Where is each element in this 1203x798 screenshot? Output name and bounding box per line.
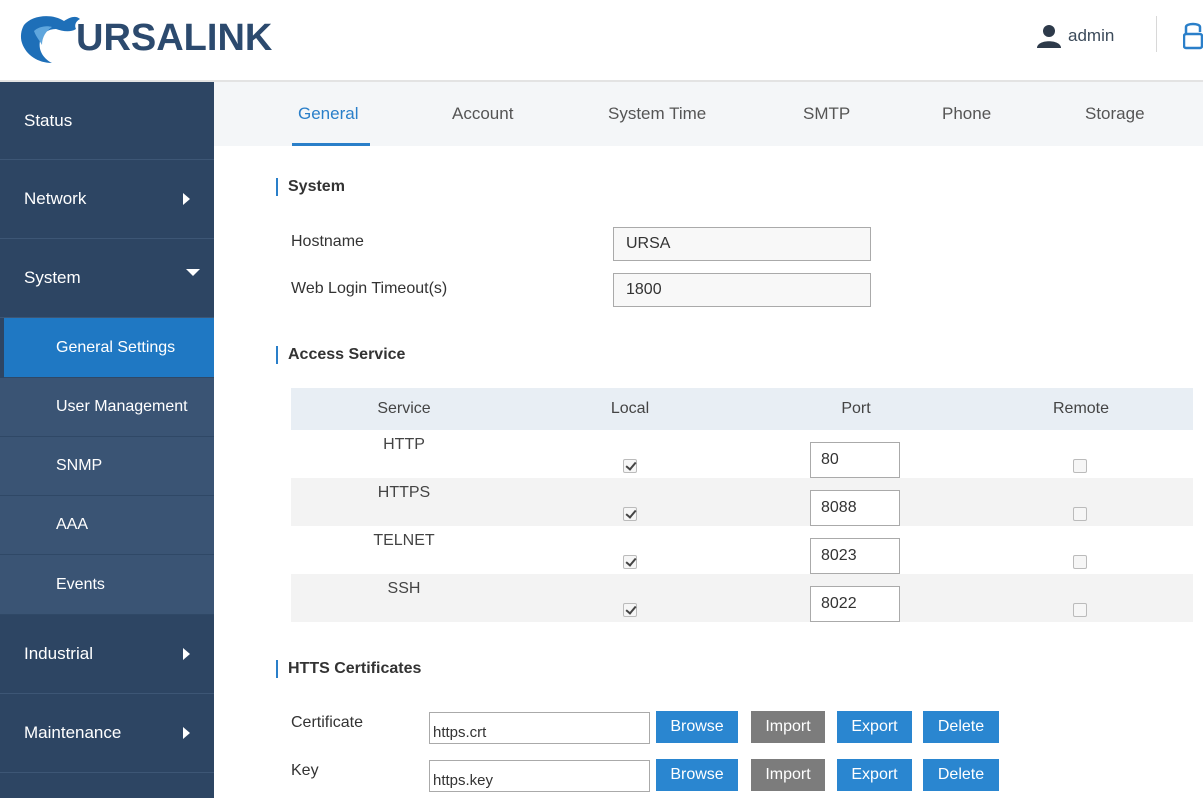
logout-icon[interactable] xyxy=(1183,20,1203,50)
sidebar-item-status[interactable]: Status xyxy=(0,82,214,160)
sidebar-item-label: User Management xyxy=(56,398,188,415)
tab-smtp[interactable]: SMTP xyxy=(803,104,850,124)
port-input[interactable] xyxy=(810,586,900,622)
local-checkbox[interactable] xyxy=(623,555,637,569)
sidebar-item-maintenance[interactable]: Maintenance xyxy=(0,694,214,773)
active-tab-indicator xyxy=(292,143,370,146)
sidebar-item-label: Industrial xyxy=(24,644,93,663)
table-row: HTTPS xyxy=(291,478,1193,526)
web-login-timeout-label: Web Login Timeout(s) xyxy=(291,280,448,297)
sidebar-item-snmp[interactable]: SNMP xyxy=(0,437,214,496)
service-name: SSH xyxy=(387,580,421,597)
sidebar-item-user-management[interactable]: User Management xyxy=(0,378,214,437)
remote-checkbox[interactable] xyxy=(1073,507,1087,521)
section-title-system: System xyxy=(276,178,345,196)
sidebar-item-label: SNMP xyxy=(56,457,103,474)
sidebar-item-label: Network xyxy=(24,189,87,208)
section-title-access-service: Access Service xyxy=(276,346,405,364)
key-import-button[interactable]: Import xyxy=(751,759,825,791)
remote-checkbox[interactable] xyxy=(1073,603,1087,617)
sidebar-item-label: AAA xyxy=(56,516,89,533)
certificate-import-button[interactable]: Import xyxy=(751,711,825,743)
hostname-input[interactable] xyxy=(613,227,871,261)
chevron-right-icon xyxy=(183,193,190,205)
header: URSALINK admin xyxy=(0,0,1203,82)
header-divider xyxy=(1156,16,1157,52)
sidebar-item-label: Maintenance xyxy=(24,723,122,742)
port-input[interactable] xyxy=(810,442,900,478)
section-title-certificates: HTTS Certificates xyxy=(276,660,421,678)
tab-account[interactable]: Account xyxy=(452,104,513,124)
table-row: HTTP xyxy=(291,430,1193,478)
local-checkbox[interactable] xyxy=(623,507,637,521)
key-label: Key xyxy=(291,762,319,779)
table-row: TELNET xyxy=(291,526,1193,574)
chevron-down-icon xyxy=(186,269,200,276)
bear-logo-icon xyxy=(20,16,81,63)
certificate-browse-button[interactable]: Browse xyxy=(656,711,738,743)
column-header-local: Local xyxy=(610,400,650,417)
chevron-right-icon xyxy=(183,648,190,660)
remote-checkbox[interactable] xyxy=(1073,459,1087,473)
certificate-label: Certificate xyxy=(291,714,364,731)
column-header-service: Service xyxy=(377,400,431,417)
tab-storage[interactable]: Storage xyxy=(1085,104,1145,124)
sidebar-item-network[interactable]: Network xyxy=(0,160,214,239)
key-file-input[interactable] xyxy=(429,760,650,792)
remote-checkbox[interactable] xyxy=(1073,555,1087,569)
table-row: SSH xyxy=(291,574,1193,622)
ursalink-logo[interactable]: URSALINK xyxy=(18,8,272,68)
sidebar-item-events[interactable]: Events xyxy=(0,555,214,615)
certificate-export-button[interactable]: Export xyxy=(837,711,912,743)
web-login-timeout-input[interactable] xyxy=(613,273,871,307)
tab-phone[interactable]: Phone xyxy=(942,104,991,124)
port-input[interactable] xyxy=(810,490,900,526)
tab-general[interactable]: General xyxy=(298,104,358,124)
service-name: HTTPS xyxy=(377,484,431,501)
sidebar-item-label: General Settings xyxy=(56,338,176,356)
key-delete-button[interactable]: Delete xyxy=(923,759,999,791)
chevron-right-icon xyxy=(183,727,190,739)
column-header-port: Port xyxy=(841,400,871,417)
user-name: admin xyxy=(1068,26,1115,45)
sidebar-item-label: Status xyxy=(24,110,73,130)
column-header-remote: Remote xyxy=(1052,400,1110,417)
sidebar-item-aaa[interactable]: AAA xyxy=(0,496,214,555)
local-checkbox[interactable] xyxy=(623,603,637,617)
user-menu[interactable]: admin xyxy=(1036,20,1114,52)
sidebar-item-label: System xyxy=(24,268,81,287)
service-name: TELNET xyxy=(373,532,435,549)
logo-text: URSALINK xyxy=(76,17,273,59)
sidebar-item-industrial[interactable]: Industrial xyxy=(0,615,214,694)
service-name: HTTP xyxy=(383,436,425,453)
local-checkbox[interactable] xyxy=(623,459,637,473)
key-browse-button[interactable]: Browse xyxy=(656,759,738,791)
sidebar-item-general-settings[interactable]: General Settings xyxy=(4,318,214,378)
tab-system-time[interactable]: System Time xyxy=(608,104,706,124)
key-export-button[interactable]: Export xyxy=(837,759,912,791)
table-header: Service Local Port Remote xyxy=(291,388,1193,430)
hostname-label: Hostname xyxy=(291,233,364,250)
user-icon xyxy=(1037,25,1061,48)
port-input[interactable] xyxy=(810,538,900,574)
certificate-delete-button[interactable]: Delete xyxy=(923,711,999,743)
sidebar-item-label: Events xyxy=(56,575,105,593)
sidebar-item-system[interactable]: System xyxy=(0,239,214,318)
tab-bar xyxy=(214,82,1203,146)
certificate-file-input[interactable] xyxy=(429,712,650,744)
